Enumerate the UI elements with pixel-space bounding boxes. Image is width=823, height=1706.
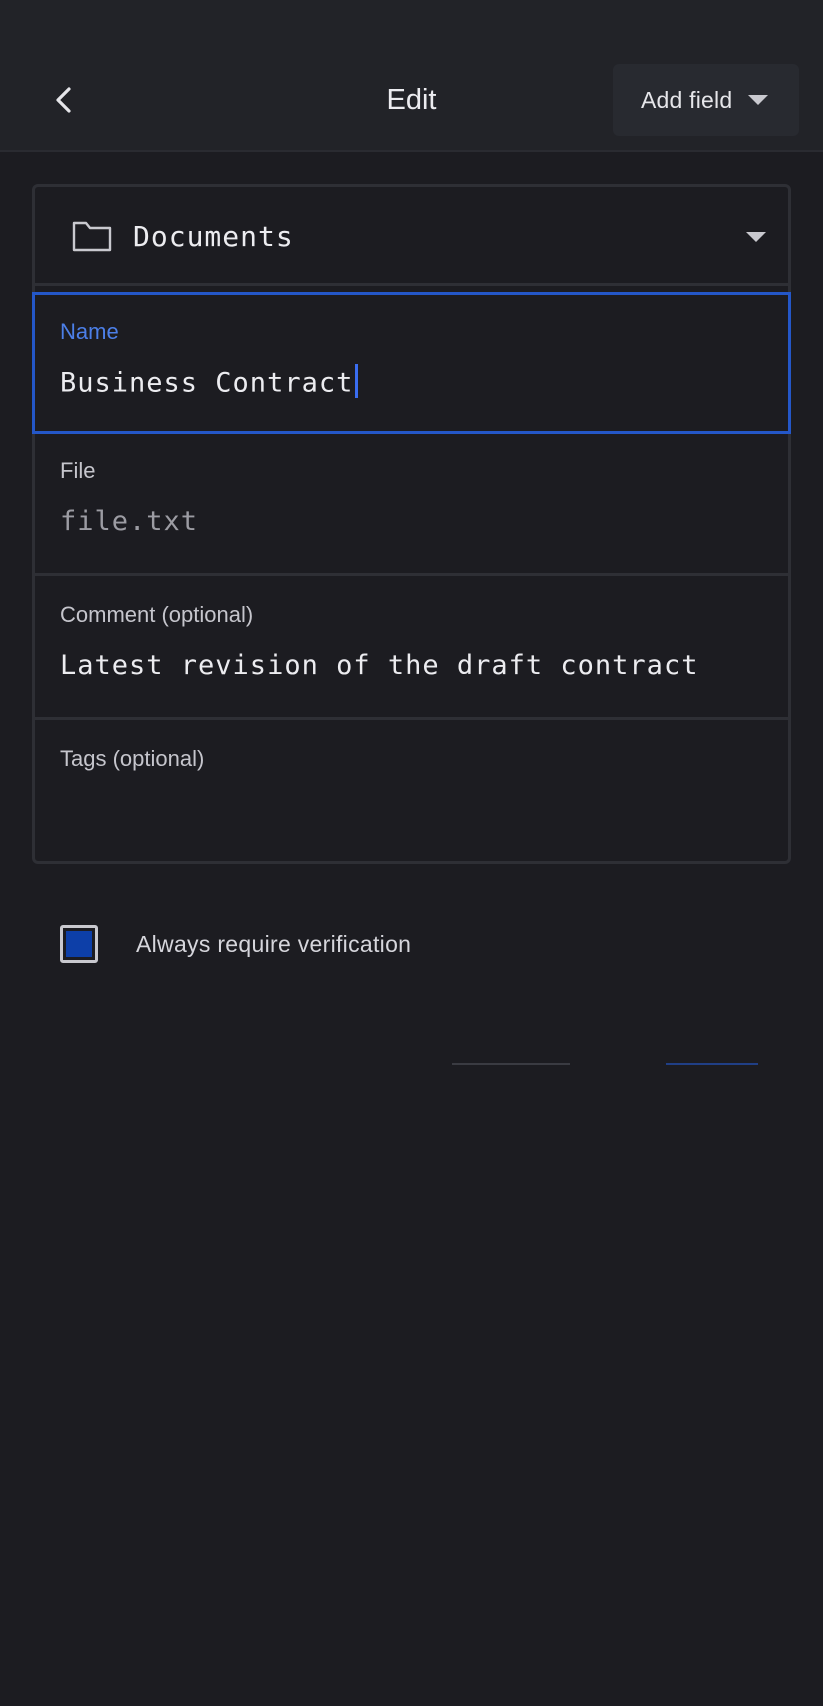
comment-field-value: Latest revision of the draft contract xyxy=(60,650,699,681)
caret-down-icon xyxy=(748,95,769,105)
footer-divider-accent xyxy=(666,1063,758,1065)
folder-value: Documents xyxy=(133,220,294,253)
folder-select[interactable]: Documents xyxy=(35,187,788,286)
file-field-label: File xyxy=(60,458,96,483)
tags-field[interactable]: Tags (optional) xyxy=(35,722,788,864)
always-verify-checkbox[interactable] xyxy=(60,925,98,963)
name-field[interactable]: Name Business Contract xyxy=(32,292,791,434)
name-field-value: Business Contract xyxy=(60,364,359,401)
checkbox-checked-mark xyxy=(66,931,92,957)
chevron-left-icon xyxy=(56,87,71,113)
caret-down-icon xyxy=(746,232,766,242)
always-verify-option[interactable]: Always require verification xyxy=(60,924,411,964)
always-verify-label: Always require verification xyxy=(136,930,412,957)
app-header: Edit Add field xyxy=(0,0,823,152)
footer-divider xyxy=(452,1063,570,1065)
folder-icon xyxy=(72,221,112,252)
comment-field[interactable]: Comment (optional) Latest revision of th… xyxy=(35,578,788,720)
add-field-button[interactable]: Add field xyxy=(613,64,799,136)
name-field-label: Name xyxy=(60,319,119,344)
file-field-value: file.txt xyxy=(60,506,199,537)
edit-form: Documents Name Business Contract File fi… xyxy=(32,184,791,864)
file-field[interactable]: File file.txt xyxy=(35,434,788,576)
comment-field-label: Comment (optional) xyxy=(60,602,254,627)
back-button[interactable] xyxy=(38,74,90,126)
add-field-label: Add field xyxy=(641,86,733,113)
tags-field-label: Tags (optional) xyxy=(60,746,205,771)
edit-screen: Edit Add field Documents Name Business C… xyxy=(0,0,823,1706)
text-cursor xyxy=(355,364,359,398)
name-field-text: Business Contract xyxy=(60,367,354,399)
